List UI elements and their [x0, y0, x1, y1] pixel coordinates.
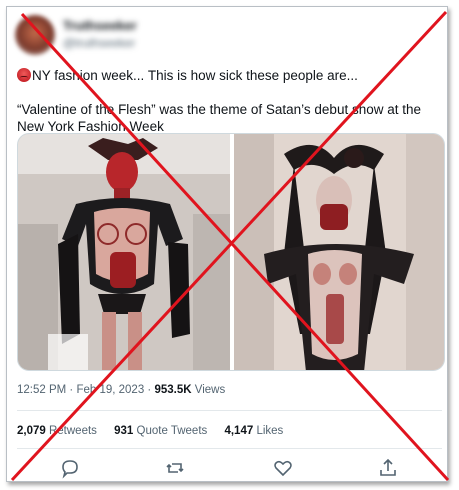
tweet-card: Truthseeker @truthseeker NY fashion week… — [6, 6, 448, 482]
tweet-media[interactable] — [17, 133, 445, 371]
views-count: 953.5K — [154, 384, 192, 396]
tweet-text-2: “Valentine of the Flesh” was the theme o… — [17, 102, 421, 134]
tweet-text-line1: NY fashion week... This is how sick thes… — [17, 67, 442, 84]
reply-icon[interactable] — [59, 457, 81, 479]
avatar[interactable] — [15, 15, 55, 55]
media-image-right[interactable] — [234, 134, 444, 370]
views-label: Views — [191, 384, 226, 396]
angry-face-emoji-icon — [17, 68, 31, 82]
retweet-icon[interactable] — [164, 457, 186, 479]
quote-tweets-stat[interactable]: 931 Quote Tweets — [114, 425, 207, 437]
likes-label: Likes — [256, 425, 284, 437]
likes-stat[interactable]: 4,147 Likes — [224, 425, 283, 437]
tweet-stats: 2,079 Retweets 931 Quote Tweets 4,147 Li… — [17, 425, 297, 437]
share-icon[interactable] — [377, 457, 399, 479]
quotes-count: 931 — [114, 425, 134, 437]
tweet-timestamp[interactable]: 12:52 PM · Feb 19, 2023 · 953.5K Views — [17, 384, 225, 396]
tweet-actions — [7, 457, 447, 479]
likes-count: 4,147 — [224, 425, 254, 437]
retweets-label: Retweets — [48, 425, 97, 437]
author-handle[interactable]: @truthseeker — [63, 36, 135, 50]
divider — [17, 410, 442, 411]
like-icon[interactable] — [272, 457, 294, 479]
quotes-label: Quote Tweets — [136, 425, 208, 437]
divider — [17, 448, 442, 449]
timestamp-text: 12:52 PM · Feb 19, 2023 · — [17, 384, 155, 396]
media-image-left[interactable] — [18, 134, 230, 370]
author-name[interactable]: Truthseeker — [63, 18, 137, 33]
tweet-text-1: NY fashion week... This is how sick thes… — [32, 68, 358, 83]
retweets-stat[interactable]: 2,079 Retweets — [17, 425, 97, 437]
retweets-count: 2,079 — [17, 425, 46, 437]
tweet-header: Truthseeker @truthseeker — [15, 15, 315, 55]
